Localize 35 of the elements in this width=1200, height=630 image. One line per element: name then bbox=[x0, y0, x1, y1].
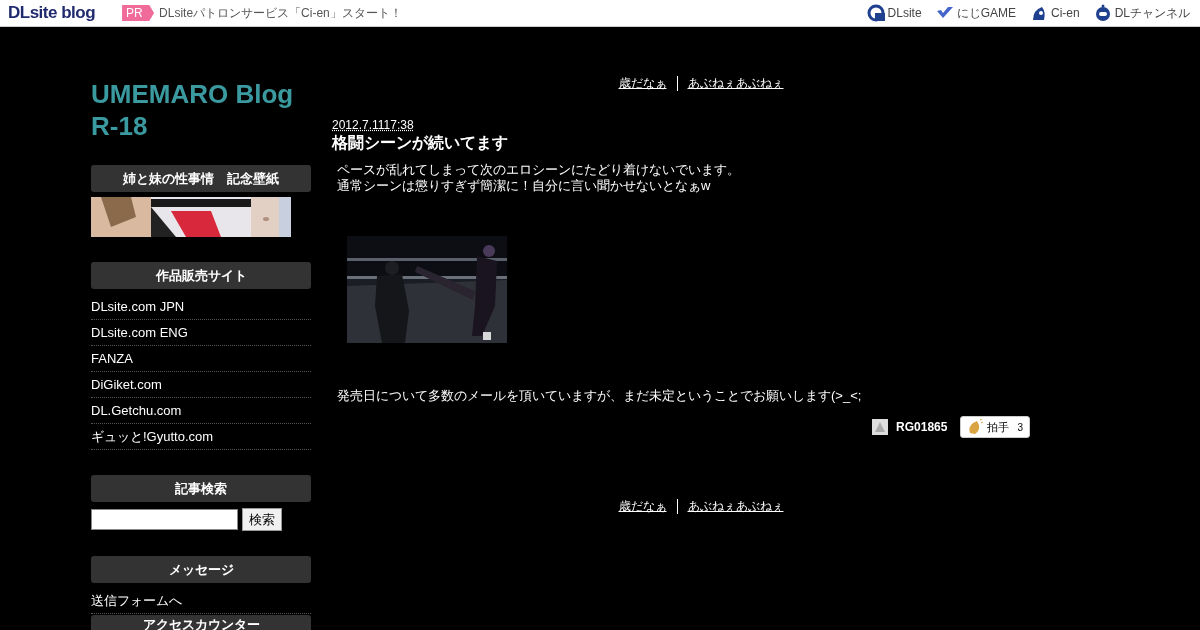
nav-link[interactable]: DLチャンネル bbox=[1093, 4, 1190, 22]
sidebar-link[interactable]: DLsite.com JPN bbox=[91, 294, 311, 320]
prev-post-link[interactable]: 歳だなぁ bbox=[618, 75, 667, 92]
sidebar-link[interactable]: DLsite.com ENG bbox=[91, 320, 311, 346]
section-heading: メッセージ bbox=[91, 556, 311, 583]
post-date: 2012.7.1117:38 bbox=[332, 118, 415, 132]
post-text: 通常シーンは懲りすぎず簡潔に！自分に言い聞かせないとなぁw bbox=[337, 178, 712, 194]
search-button[interactable]: 検索 bbox=[242, 508, 282, 531]
clapping-hands-icon bbox=[967, 419, 984, 435]
avatar-icon bbox=[872, 419, 889, 435]
pr-link[interactable]: DLsiteパトロンサービス「Ci-en」スタート！ bbox=[159, 4, 402, 22]
robot-icon bbox=[1093, 4, 1112, 22]
sidebar-link[interactable]: DL.Getchu.com bbox=[91, 398, 311, 424]
sidebar-link[interactable]: DiGiket.com bbox=[91, 372, 311, 398]
next-post-link[interactable]: あぶねぇあぶねぇ bbox=[687, 498, 784, 515]
section-heading: 作品販売サイト bbox=[91, 262, 311, 289]
author-name[interactable]: RG01865 bbox=[896, 420, 948, 434]
sidebar-link[interactable]: 送信フォームへ bbox=[91, 588, 311, 614]
post-text: ペースが乱れてしまって次のエロシーンにたどり着けないでいます。 bbox=[337, 162, 741, 178]
nav-link[interactable]: にじGAME bbox=[935, 4, 1016, 22]
post-text: 発売日について多数のメールを頂いていますが、まだ未定ということでお願いします(>_<; bbox=[337, 388, 863, 404]
prev-post-link[interactable]: 歳だなぁ bbox=[618, 498, 667, 515]
sidebar-link[interactable]: ギュッと!Gyutto.com bbox=[91, 424, 311, 450]
nav-link[interactable]: Ci-en bbox=[1029, 4, 1080, 22]
section-heading: 記事検索 bbox=[91, 475, 311, 502]
next-post-link[interactable]: あぶねぇあぶねぇ bbox=[687, 75, 784, 92]
pr-badge: PR bbox=[122, 5, 155, 21]
blog-title[interactable]: UMEMARO Blog R-18 bbox=[91, 78, 311, 142]
search-field[interactable] bbox=[91, 509, 238, 530]
post-title[interactable]: 格闘シーンが続いてます bbox=[332, 133, 1030, 154]
clap-button[interactable]: 拍手 3 bbox=[960, 416, 1030, 438]
nav-link[interactable]: DLsite bbox=[866, 4, 922, 22]
site-logo[interactable]: DLsite blog bbox=[8, 3, 96, 23]
section-heading: 姉と妹の性事情 記念壁紙 bbox=[91, 165, 311, 192]
sidebar-link[interactable]: FANZA bbox=[91, 346, 311, 372]
